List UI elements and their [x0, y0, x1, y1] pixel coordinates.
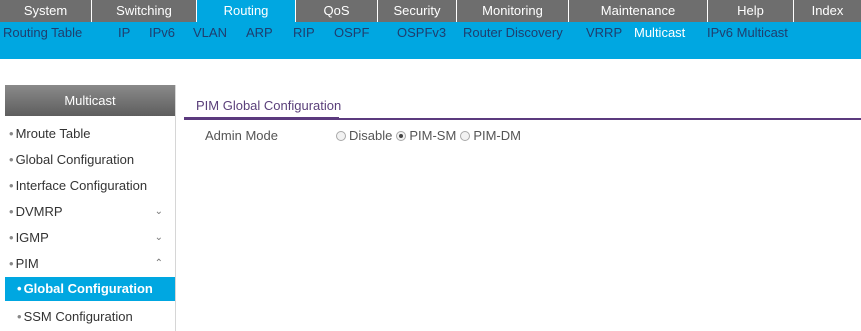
sidebar-subitem-pim-global-configuration[interactable]: • Global Configuration: [5, 277, 175, 301]
sidebar-item-global-configuration[interactable]: • Global Configuration: [5, 148, 175, 172]
radio-label: PIM-SM: [409, 128, 457, 143]
radio-circle-icon[interactable]: [336, 130, 346, 141]
chevron-up-icon[interactable]: ⌃: [155, 252, 163, 276]
subnav-routing-table[interactable]: Routing Table: [3, 25, 82, 40]
sidebar-item-interface-configuration[interactable]: • Interface Configuration: [5, 174, 175, 198]
subnav-vlan[interactable]: VLAN: [193, 25, 227, 40]
tab-help[interactable]: Help: [708, 0, 794, 22]
sidebar-item-dvmrp[interactable]: • DVMRP ⌄: [5, 200, 175, 224]
bullet-icon: •: [9, 256, 14, 271]
subnav-ip[interactable]: IP: [118, 25, 130, 40]
sub-nav: Routing Table IP IPv6 VLAN ARP RIP OSPF …: [0, 22, 861, 59]
admin-mode-radio-group: Disable PIM-SM PIM-DM: [336, 128, 525, 143]
bullet-icon: •: [9, 126, 14, 141]
chevron-down-icon[interactable]: ⌄: [155, 226, 163, 250]
tab-index[interactable]: Index: [794, 0, 861, 22]
bullet-icon: •: [9, 178, 14, 193]
radio-circle-icon[interactable]: [460, 130, 471, 141]
tab-switching[interactable]: Switching: [92, 0, 197, 22]
sidebar-item-label: Mroute Table: [15, 126, 91, 141]
sidebar-item-label: Global Configuration: [23, 281, 153, 296]
subnav-ospf[interactable]: OSPF: [334, 25, 369, 40]
bullet-icon: •: [9, 152, 14, 167]
sidebar-item-label: DVMRP: [15, 204, 63, 219]
sidebar-item-label: IGMP: [15, 230, 49, 245]
tab-routing[interactable]: Routing: [197, 0, 296, 22]
subnav-ipv6[interactable]: IPv6: [149, 25, 175, 40]
section-title: PIM Global Configuration: [196, 98, 342, 113]
sidebar-item-igmp[interactable]: • IGMP ⌄: [5, 226, 175, 250]
bullet-icon: •: [17, 281, 22, 296]
top-nav: System Switching Routing QoS Security Mo…: [0, 0, 861, 22]
subnav-ipv6-multicast[interactable]: IPv6 Multicast: [707, 25, 788, 40]
radio-circle-icon[interactable]: [396, 130, 407, 141]
tab-monitoring[interactable]: Monitoring: [457, 0, 569, 22]
bullet-icon: •: [9, 204, 14, 219]
sidebar-item-label: PIM: [15, 256, 39, 271]
tab-maintenance[interactable]: Maintenance: [569, 0, 708, 22]
sidebar: Multicast • Mroute Table • Global Configur…: [5, 85, 176, 331]
subnav-ospfv3[interactable]: OSPFv3: [397, 25, 446, 40]
subnav-rip[interactable]: RIP: [293, 25, 315, 40]
tab-security[interactable]: Security: [378, 0, 457, 22]
sidebar-item-label: Interface Configuration: [15, 178, 148, 193]
sidebar-subitem-ssm-configuration[interactable]: • SSM Configuration: [5, 305, 175, 329]
subnav-router-discovery[interactable]: Router Discovery: [463, 25, 563, 40]
subnav-vrrp[interactable]: VRRP: [586, 25, 622, 40]
subnav-multicast[interactable]: Multicast: [634, 25, 685, 40]
subnav-arp[interactable]: ARP: [246, 25, 273, 40]
section-divider: [184, 117, 861, 120]
sidebar-item-label: Global Configuration: [15, 152, 135, 167]
tab-system[interactable]: System: [0, 0, 92, 22]
admin-mode-disable-radio[interactable]: Disable: [336, 128, 392, 143]
sidebar-item-mroute-table[interactable]: • Mroute Table: [5, 122, 175, 146]
admin-mode-pim-dm-radio[interactable]: PIM-DM: [460, 128, 521, 143]
bullet-icon: •: [17, 309, 22, 324]
sidebar-item-pim[interactable]: • PIM ⌃: [5, 252, 175, 276]
sidebar-item-label: SSM Configuration: [23, 309, 133, 324]
radio-label: Disable: [349, 128, 393, 143]
tab-qos[interactable]: QoS: [296, 0, 378, 22]
sidebar-title: Multicast: [5, 85, 175, 116]
admin-mode-label: Admin Mode: [205, 128, 278, 143]
chevron-down-icon[interactable]: ⌄: [155, 200, 163, 224]
bullet-icon: •: [9, 230, 14, 245]
admin-mode-pim-sm-radio[interactable]: PIM-SM: [396, 128, 456, 143]
radio-label: PIM-DM: [473, 128, 521, 143]
